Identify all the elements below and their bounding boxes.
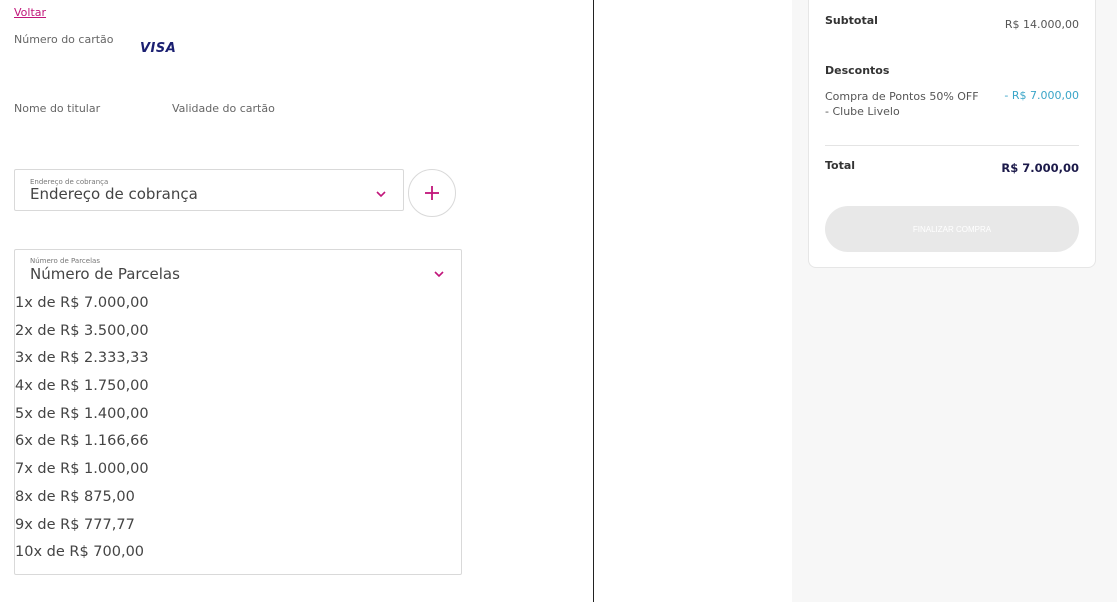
- installment-option[interactable]: 8x de R$ 875,00: [15, 484, 149, 512]
- chevron-down-icon: [376, 191, 386, 198]
- billing-address-select[interactable]: Endereço de cobrança Endereço de cobranç…: [14, 169, 404, 211]
- installment-option[interactable]: 3x de R$ 2.333,33: [15, 345, 149, 373]
- installment-option[interactable]: 6x de R$ 1.166,66: [15, 428, 149, 456]
- billing-address-value: Endereço de cobrança: [30, 185, 198, 203]
- installment-option[interactable]: 1x de R$ 7.000,00: [15, 290, 149, 318]
- back-link[interactable]: Voltar: [14, 6, 46, 19]
- plus-icon: [425, 186, 439, 200]
- subtotal-label: Subtotal: [825, 14, 878, 27]
- installments-floating-label: Número de Parcelas: [30, 257, 100, 265]
- finish-purchase-button[interactable]: FINALIZAR COMPRA: [825, 206, 1079, 252]
- discounts-label: Descontos: [825, 64, 890, 77]
- add-address-button[interactable]: [408, 169, 456, 217]
- expiry-label: Validade do cartão: [172, 102, 275, 115]
- installment-option[interactable]: 4x de R$ 1.750,00: [15, 373, 149, 401]
- order-summary-card: Subtotal R$ 14.000,00 Descontos Compra d…: [808, 0, 1096, 268]
- total-value: R$ 7.000,00: [1001, 161, 1079, 175]
- installments-value: Número de Parcelas: [30, 265, 180, 283]
- blank-area: [594, 0, 792, 602]
- holder-name-label: Nome do titular: [14, 102, 101, 115]
- visa-logo: VISA: [140, 41, 177, 56]
- installment-option[interactable]: 2x de R$ 3.500,00: [15, 318, 149, 346]
- total-label: Total: [825, 159, 856, 172]
- discount-value: - R$ 7.000,00: [1004, 89, 1079, 102]
- installments-options-list: 1x de R$ 7.000,00 2x de R$ 3.500,00 3x d…: [15, 290, 149, 567]
- summary-separator: [825, 145, 1079, 146]
- subtotal-value: R$ 14.000,00: [1004, 18, 1079, 31]
- installment-option[interactable]: 5x de R$ 1.400,00: [15, 401, 149, 429]
- installment-option[interactable]: 7x de R$ 1.000,00: [15, 456, 149, 484]
- card-number-label: Número do cartão: [14, 33, 114, 46]
- discount-description: Compra de Pontos 50% OFF - Clube Livelo: [825, 90, 979, 118]
- installment-option[interactable]: 9x de R$ 777,77: [15, 512, 149, 540]
- payment-form: Voltar Número do cartão VISA Nome do tit…: [0, 0, 593, 602]
- installment-option[interactable]: 10x de R$ 700,00: [15, 539, 149, 567]
- chevron-down-icon: [434, 271, 444, 278]
